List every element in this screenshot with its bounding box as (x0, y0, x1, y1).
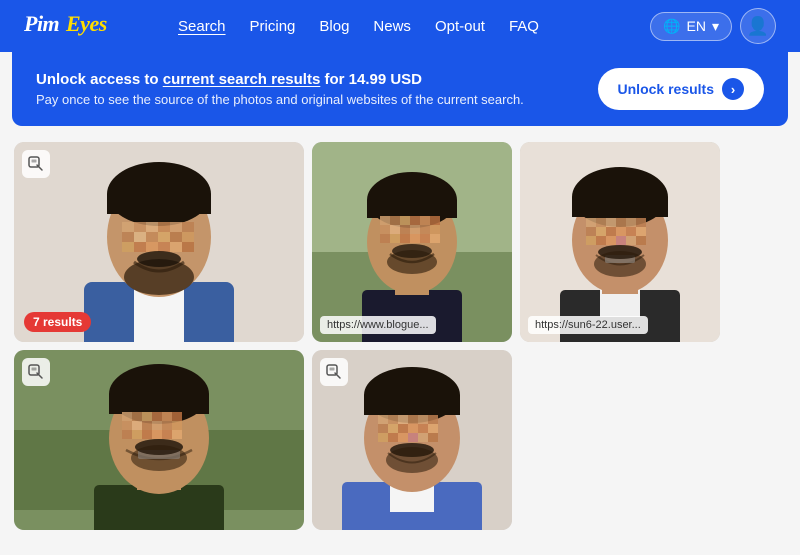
nav-right: 🌐 EN ▾ 👤 (650, 8, 776, 44)
nav-blog[interactable]: Blog (309, 12, 359, 41)
nav-optout[interactable]: Opt-out (425, 12, 495, 41)
search-icon-overlay-5 (320, 358, 348, 386)
nav-links: Search Pricing Blog News Opt-out FAQ (168, 12, 622, 41)
user-icon: 👤 (747, 16, 769, 37)
nav-faq[interactable]: FAQ (499, 12, 549, 41)
banner-title: Unlock access to current search results … (36, 71, 524, 88)
svg-text:Eyes: Eyes (65, 11, 107, 36)
nav-search[interactable]: Search (168, 12, 236, 41)
result-card-1[interactable]: 7 results (14, 142, 304, 342)
banner-title-prefix: Unlock access to (36, 71, 163, 88)
unlock-label: Unlock results (618, 81, 714, 97)
result-card-2[interactable]: https://www.blogue... (312, 142, 512, 342)
result-card-3[interactable]: https://sun6-22.user... (520, 142, 720, 342)
search-icon-overlay (22, 150, 50, 178)
search-icon-overlay-4 (22, 358, 50, 386)
unlock-results-button[interactable]: Unlock results › (598, 68, 764, 110)
banner-title-link[interactable]: current search results (163, 71, 321, 88)
navbar: Pim Eyes Search Pricing Blog News Opt-ou… (0, 0, 800, 52)
result-card-5[interactable] (312, 350, 512, 530)
logo[interactable]: Pim Eyes (24, 8, 124, 44)
chevron-down-icon: ▾ (712, 18, 719, 35)
globe-icon: 🌐 (663, 18, 680, 35)
nav-pricing[interactable]: Pricing (240, 12, 306, 41)
result-card-4[interactable] (14, 350, 304, 530)
language-label: EN (687, 18, 706, 34)
promo-banner: Unlock access to current search results … (12, 52, 788, 126)
language-button[interactable]: 🌐 EN ▾ (650, 12, 732, 41)
url-label-2: https://www.blogue... (320, 316, 436, 334)
arrow-icon: › (722, 78, 744, 100)
results-grid: 7 results (0, 142, 800, 544)
url-label-3: https://sun6-22.user... (528, 316, 648, 334)
results-badge: 7 results (24, 312, 91, 332)
banner-title-suffix: for 14.99 USD (320, 71, 422, 88)
nav-news[interactable]: News (363, 12, 421, 41)
svg-text:Pim: Pim (24, 11, 60, 36)
banner-subtitle: Pay once to see the source of the photos… (36, 92, 524, 107)
banner-text: Unlock access to current search results … (36, 71, 524, 107)
user-button[interactable]: 👤 (740, 8, 776, 44)
